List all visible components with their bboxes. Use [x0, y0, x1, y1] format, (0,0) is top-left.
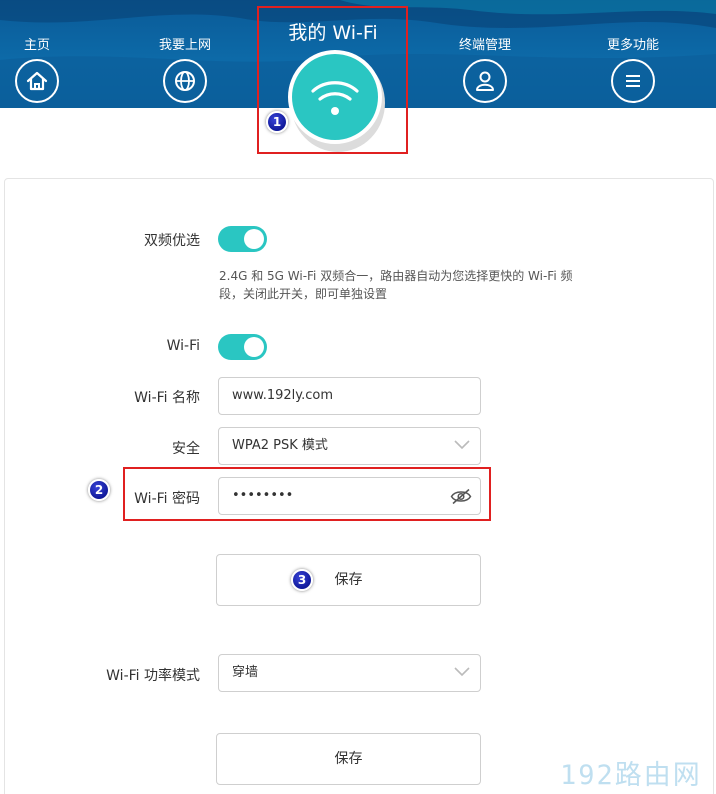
wifi-name-label: Wi-Fi 名称 — [134, 390, 200, 406]
watermark: 192路由网 — [560, 760, 702, 791]
nav-label-internet: 我要上网 — [158, 38, 211, 53]
nav-item-home[interactable]: 主页 — [0, 0, 92, 108]
dual-band-toggle[interactable] — [218, 226, 267, 252]
wifi-label: Wi-Fi — [166, 338, 200, 354]
power-mode-select[interactable]: 穿墙 — [218, 654, 481, 692]
highlight-box-password — [123, 467, 491, 521]
router-settings-page: 主页 我要上网 终端管理 更多功能 我的 Wi-Fi 1 双频优选 2.4G 和… — [0, 0, 716, 794]
chevron-down-icon — [454, 667, 470, 677]
nav-label-more: 更多功能 — [606, 38, 659, 53]
dual-band-label: 双频优选 — [144, 233, 200, 249]
globe-icon — [163, 59, 207, 103]
callout-badge-3: 3 — [291, 569, 313, 591]
callout-badge-1: 1 — [266, 111, 288, 133]
dual-band-hint-line2: 段，关闭此开关，即可单独设置 — [219, 287, 388, 301]
dual-band-hint-line1: 2.4G 和 5G Wi-Fi 双频合一，路由器自动为您选择更快的 Wi-Fi … — [219, 269, 573, 283]
security-select-value: WPA2 PSK 模式 — [232, 438, 328, 453]
nav-item-more[interactable]: 更多功能 — [578, 0, 688, 108]
dual-band-hint: 2.4G 和 5G Wi-Fi 双频合一，路由器自动为您选择更快的 Wi-Fi … — [219, 267, 589, 303]
toggle-knob — [244, 229, 264, 249]
nav-label-home: 主页 — [23, 38, 50, 53]
chevron-down-icon — [454, 440, 470, 450]
save-button[interactable]: 保存 — [216, 554, 481, 606]
menu-icon — [611, 59, 655, 103]
save-button-label: 保存 — [334, 572, 363, 588]
home-icon — [15, 59, 59, 103]
callout-badge-2: 2 — [88, 479, 110, 501]
save-power-button-label: 保存 — [334, 751, 363, 767]
toggle-knob — [244, 337, 264, 357]
save-power-button[interactable]: 保存 — [216, 733, 481, 785]
wifi-toggle[interactable] — [218, 334, 267, 360]
power-mode-value: 穿墙 — [232, 665, 259, 680]
user-icon — [463, 59, 507, 103]
security-label: 安全 — [172, 441, 200, 457]
wifi-name-input[interactable]: www.192ly.com — [218, 377, 481, 415]
nav-item-devices[interactable]: 终端管理 — [430, 0, 540, 108]
nav-label-devices: 终端管理 — [458, 38, 511, 53]
security-select[interactable]: WPA2 PSK 模式 — [218, 427, 481, 465]
power-mode-label: Wi-Fi 功率模式 — [106, 668, 200, 684]
nav-item-internet[interactable]: 我要上网 — [130, 0, 240, 108]
